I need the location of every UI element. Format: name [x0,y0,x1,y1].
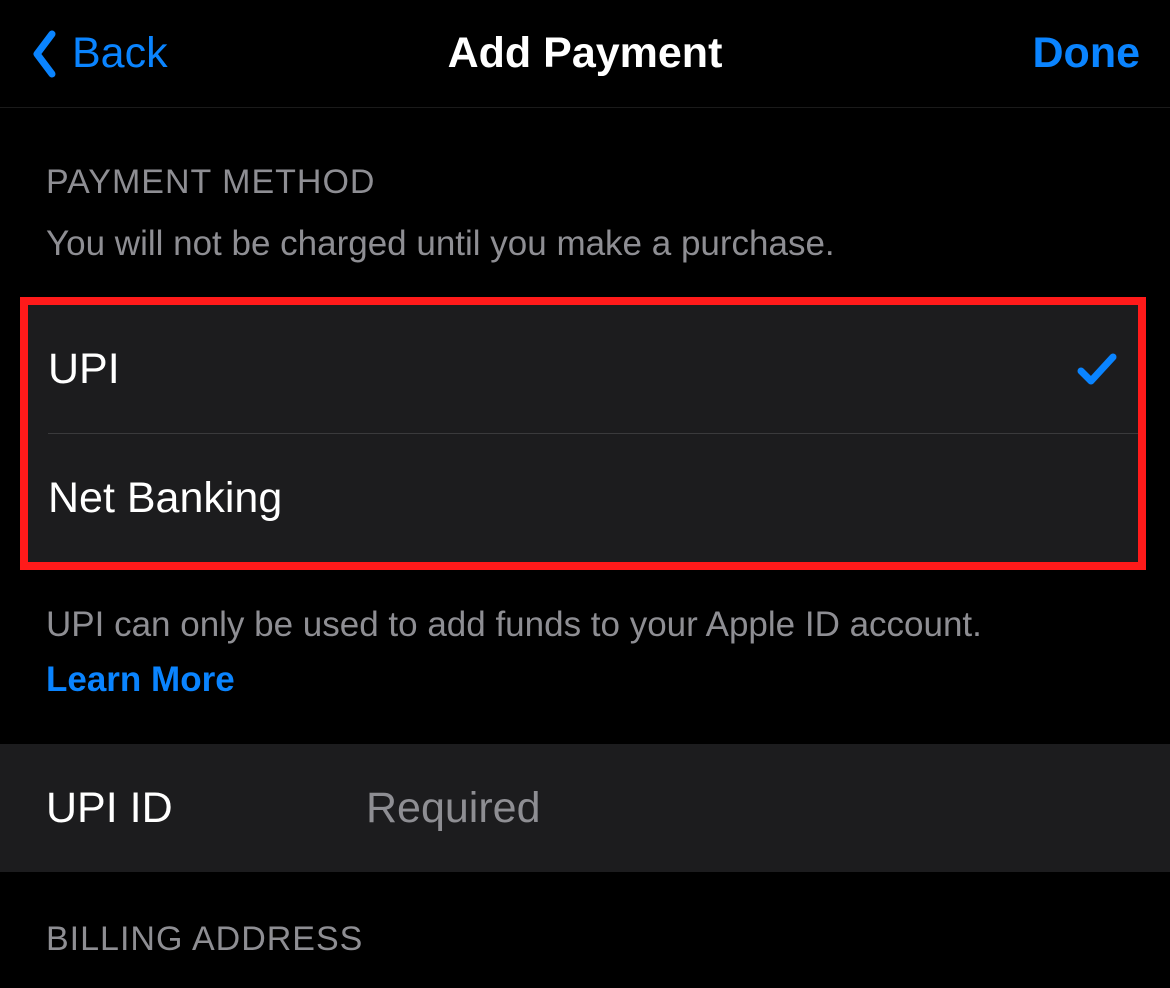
billing-address-section-header: BILLING ADDRESS [0,872,1170,959]
option-row-upi[interactable]: UPI [28,305,1138,433]
chevron-left-icon [30,29,60,79]
learn-more-link[interactable]: Learn More [46,655,1124,704]
upi-id-field[interactable] [366,784,1124,833]
payment-options-highlighted: UPI Net Banking [20,297,1146,570]
payment-method-subtitle: You will not be charged until you make a… [46,220,1124,297]
upi-id-row[interactable]: UPI ID [0,744,1170,872]
option-label-net-banking: Net Banking [48,474,282,523]
footer-description: UPI can only be used to add funds to you… [46,605,982,644]
back-button[interactable]: Back [30,29,168,79]
payment-method-title: PAYMENT METHOD [46,163,1124,202]
payment-method-footer: UPI can only be used to add funds to you… [0,570,1170,744]
upi-id-label: UPI ID [46,784,366,833]
option-label-upi: UPI [48,345,120,394]
done-button[interactable]: Done [1033,29,1141,78]
payment-method-section-header: PAYMENT METHOD You will not be charged u… [0,108,1170,297]
checkmark-icon [1076,351,1118,387]
back-label: Back [72,29,168,78]
navigation-bar: Back Add Payment Done [0,0,1170,108]
page-title: Add Payment [448,29,723,78]
option-row-net-banking[interactable]: Net Banking [28,434,1138,562]
billing-address-title: BILLING ADDRESS [46,920,1124,959]
